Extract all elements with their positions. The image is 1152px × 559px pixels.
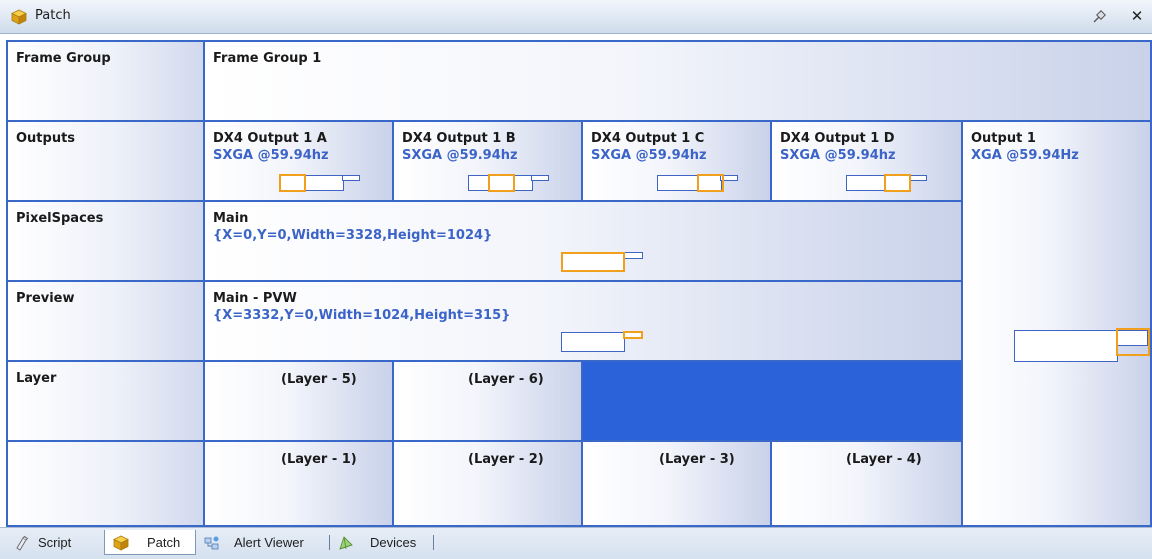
tab-devices[interactable]: Devices xyxy=(332,530,432,555)
layer-name: (Layer - 1) xyxy=(281,452,357,467)
layer-cell-selected[interactable] xyxy=(581,360,963,442)
pixelspace-rect: {X=0,Y=0,Width=3328,Height=1024} xyxy=(213,228,493,243)
window-title: Patch xyxy=(35,8,71,23)
output-mini-diagram xyxy=(279,172,363,194)
output-cell-d[interactable]: DX4 Output 1 D SXGA @59.94hz xyxy=(770,120,963,202)
row-header-frame-group[interactable]: Frame Group xyxy=(6,40,205,122)
row-header-label: Preview xyxy=(16,291,75,306)
script-icon xyxy=(16,535,29,551)
pixelspace-cell[interactable]: Main {X=0,Y=0,Width=3328,Height=1024} xyxy=(203,200,963,282)
frame-group-cell[interactable]: Frame Group 1 xyxy=(203,40,1152,122)
frame-group-name: Frame Group 1 xyxy=(213,51,322,66)
output-mini-diagram xyxy=(846,172,930,194)
layer-cell-2[interactable]: (Layer - 2) xyxy=(392,440,583,527)
tab-label: Devices xyxy=(370,535,417,550)
output-cell-a[interactable]: DX4 Output 1 A SXGA @59.94hz xyxy=(203,120,394,202)
output-mini-diagram xyxy=(657,172,741,194)
row-header-outputs[interactable]: Outputs xyxy=(6,120,205,202)
close-icon[interactable]: ✕ xyxy=(1128,6,1146,26)
output-name: DX4 Output 1 B xyxy=(402,131,516,146)
tab-script[interactable]: Script xyxy=(6,530,102,555)
title-bar: Patch ✕ xyxy=(0,0,1152,34)
output-cell-c[interactable]: DX4 Output 1 C SXGA @59.94hz xyxy=(581,120,772,202)
bottom-tab-bar: Script Patch Alert Viewer Devices xyxy=(0,527,1152,559)
tab-separator xyxy=(329,535,330,550)
output-mode: SXGA @59.94hz xyxy=(591,148,707,163)
cube-icon xyxy=(113,535,129,551)
pin-icon[interactable] xyxy=(1092,10,1108,24)
row-header-pixelspaces[interactable]: PixelSpaces xyxy=(6,200,205,282)
preview-mini-diagram xyxy=(561,330,651,356)
output-cell-b[interactable]: DX4 Output 1 B SXGA @59.94hz xyxy=(392,120,583,202)
layer-cell-6[interactable]: (Layer - 6) xyxy=(392,360,583,442)
row-header-label: Frame Group xyxy=(16,51,111,66)
output-mini-diagram xyxy=(1014,328,1150,364)
cube-icon xyxy=(11,9,27,25)
tab-label: Script xyxy=(38,535,72,550)
layer-name: (Layer - 6) xyxy=(468,372,544,387)
patch-grid: Frame Group Outputs PixelSpaces Preview … xyxy=(0,36,1152,527)
layer-cell-1[interactable]: (Layer - 1) xyxy=(203,440,394,527)
pixelspace-name: Main xyxy=(213,211,249,226)
row-header-layer[interactable]: Layer xyxy=(6,360,205,442)
row-header-empty xyxy=(6,440,205,527)
alert-viewer-icon xyxy=(204,536,219,550)
tab-separator xyxy=(433,535,434,550)
output-mode: SXGA @59.94hz xyxy=(780,148,896,163)
output-name: Output 1 xyxy=(971,131,1036,146)
layer-name: (Layer - 3) xyxy=(659,452,735,467)
layer-cell-5[interactable]: (Layer - 5) xyxy=(203,360,394,442)
layer-cell-4[interactable]: (Layer - 4) xyxy=(770,440,963,527)
preview-cell[interactable]: Main - PVW {X=3332,Y=0,Width=1024,Height… xyxy=(203,280,963,362)
row-header-preview[interactable]: Preview xyxy=(6,280,205,362)
output-mini-diagram xyxy=(468,172,552,194)
layer-cell-3[interactable]: (Layer - 3) xyxy=(581,440,772,527)
tab-alert-viewer[interactable]: Alert Viewer xyxy=(198,530,330,555)
output-name: DX4 Output 1 C xyxy=(591,131,705,146)
pixelspace-mini-diagram xyxy=(561,250,651,276)
tab-label: Patch xyxy=(147,535,181,550)
tab-patch[interactable]: Patch xyxy=(104,530,196,555)
preview-name: Main - PVW xyxy=(213,291,297,306)
preview-rect: {X=3332,Y=0,Width=1024,Height=315} xyxy=(213,308,511,323)
output-mode: SXGA @59.94hz xyxy=(402,148,518,163)
output-cell-side[interactable]: Output 1 XGA @59.94Hz xyxy=(961,120,1152,527)
row-header-label: Outputs xyxy=(16,131,76,146)
layer-name: (Layer - 2) xyxy=(468,452,544,467)
layer-name: (Layer - 4) xyxy=(846,452,922,467)
row-header-label: PixelSpaces xyxy=(16,211,104,226)
output-name: DX4 Output 1 A xyxy=(213,131,327,146)
output-mode: SXGA @59.94hz xyxy=(213,148,329,163)
layer-name: (Layer - 5) xyxy=(281,372,357,387)
tab-label: Alert Viewer xyxy=(234,535,304,550)
output-mode: XGA @59.94Hz xyxy=(971,148,1079,163)
output-name: DX4 Output 1 D xyxy=(780,131,895,146)
devices-icon xyxy=(339,536,353,550)
row-header-label: Layer xyxy=(16,371,57,386)
